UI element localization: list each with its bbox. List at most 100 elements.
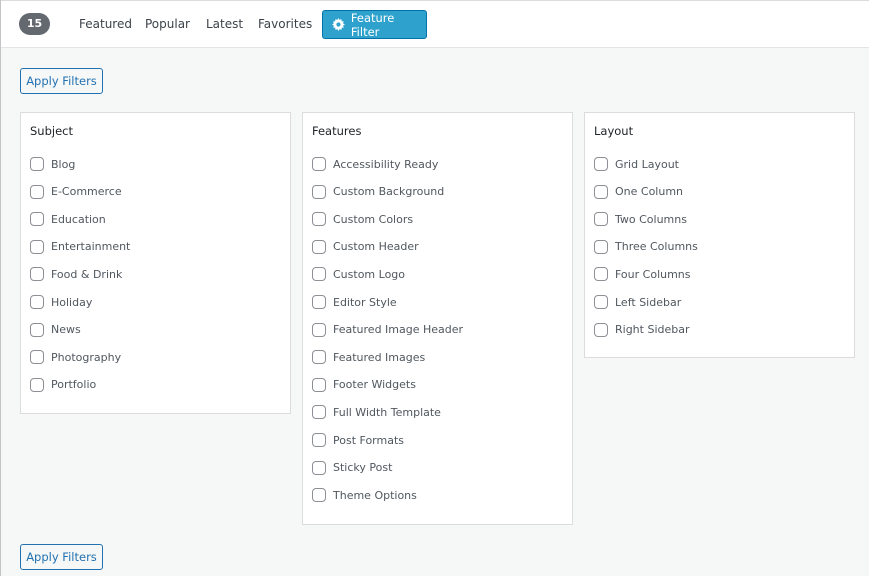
checkbox[interactable] xyxy=(312,322,326,337)
filter-option[interactable]: Theme Options xyxy=(312,487,417,503)
filter-option-label: Accessibility Ready xyxy=(333,157,439,171)
filter-option-label: Holiday xyxy=(51,295,93,309)
panel-title: Features xyxy=(312,124,362,138)
checkbox[interactable] xyxy=(312,212,326,227)
filter-option-label: Editor Style xyxy=(333,295,397,309)
filter-option-label: Blog xyxy=(51,157,76,171)
filter-option[interactable]: Holiday xyxy=(30,294,92,310)
checkbox[interactable] xyxy=(312,184,326,199)
filter-option[interactable]: Editor Style xyxy=(312,294,397,310)
filter-option[interactable]: Entertainment xyxy=(30,239,130,255)
filter-option[interactable]: Right Sidebar xyxy=(594,322,690,338)
apply-filters-button-bottom[interactable]: Apply Filters xyxy=(20,544,103,570)
filter-option[interactable]: Blog xyxy=(30,156,75,172)
filter-option[interactable]: Accessibility Ready xyxy=(312,156,438,172)
filter-option-label: Left Sidebar xyxy=(615,295,682,309)
theme-count-badge: 15 xyxy=(19,13,50,35)
filter-option[interactable]: Featured Images xyxy=(312,349,425,365)
filter-option-label: Custom Background xyxy=(333,185,445,199)
feature-filter-button[interactable]: Feature Filter xyxy=(322,10,427,39)
checkbox[interactable] xyxy=(30,295,44,309)
checkbox[interactable] xyxy=(312,460,326,475)
filter-option-label: News xyxy=(51,323,81,337)
tab-latest[interactable]: Latest xyxy=(206,17,243,31)
layout-panel: Layout Grid Layout One Column Two Columns T… xyxy=(584,112,855,358)
filter-option[interactable]: Grid Layout xyxy=(594,156,679,172)
checkbox[interactable] xyxy=(312,350,326,365)
filter-option[interactable]: Three Columns xyxy=(594,239,698,255)
filter-option-label: Portfolio xyxy=(51,378,97,392)
features-panel: Features Accessibility Ready Custom Backg… xyxy=(302,112,573,525)
apply-filters-button-top[interactable]: Apply Filters xyxy=(20,68,103,94)
filter-option-label: Custom Colors xyxy=(333,212,414,226)
filter-option[interactable]: E-Commerce xyxy=(30,184,122,200)
filter-option[interactable]: Four Columns xyxy=(594,266,691,282)
filter-option-label: Footer Widgets xyxy=(333,378,416,392)
filter-option[interactable]: Full Width Template xyxy=(312,404,441,420)
checkbox[interactable] xyxy=(312,405,326,420)
filter-option[interactable]: Footer Widgets xyxy=(312,377,416,393)
filter-option[interactable]: Featured Image Header xyxy=(312,322,463,338)
gear-icon xyxy=(332,18,345,31)
panel-title: Layout xyxy=(594,124,634,138)
filter-option-label: Custom Logo xyxy=(333,267,406,281)
filter-option[interactable]: Sticky Post xyxy=(312,460,392,476)
checkbox[interactable] xyxy=(312,295,326,309)
checkbox[interactable] xyxy=(312,239,326,254)
checkbox[interactable] xyxy=(30,157,44,171)
filter-option-label: Two Columns xyxy=(615,212,687,226)
checkbox[interactable] xyxy=(30,377,44,392)
checkbox[interactable] xyxy=(594,184,608,199)
checkbox[interactable] xyxy=(312,377,326,392)
filter-bar: 15 Featured Popular Latest Favorites Fea… xyxy=(1,0,869,48)
subject-panel: Subject Blog E-Commerce Education Entertain… xyxy=(20,112,291,414)
filter-option-label: Post Formats xyxy=(333,433,405,447)
checkbox[interactable] xyxy=(594,322,608,337)
filter-option-label: Four Columns xyxy=(615,267,691,281)
tab-featured[interactable]: Featured xyxy=(79,17,132,31)
checkbox[interactable] xyxy=(594,212,608,227)
filter-option[interactable]: Two Columns xyxy=(594,211,687,227)
filter-option-label: Grid Layout xyxy=(615,157,679,171)
filter-option-label: E-Commerce xyxy=(51,185,122,199)
filter-option[interactable]: Education xyxy=(30,211,106,227)
filter-option[interactable]: Portfolio xyxy=(30,377,96,393)
checkbox[interactable] xyxy=(312,433,326,447)
checkbox[interactable] xyxy=(30,322,44,337)
checkbox[interactable] xyxy=(594,295,608,309)
filter-option[interactable]: Photography xyxy=(30,349,121,365)
filter-option[interactable]: News xyxy=(30,322,81,338)
tab-popular[interactable]: Popular xyxy=(145,17,190,31)
checkbox[interactable] xyxy=(312,267,326,282)
filter-option[interactable]: Food & Drink xyxy=(30,266,122,282)
filter-option-label: Photography xyxy=(51,350,122,364)
checkbox[interactable] xyxy=(594,267,608,282)
filter-option-label: Featured Images xyxy=(333,350,426,364)
checkbox[interactable] xyxy=(312,488,326,503)
filter-option-label: Full Width Template xyxy=(333,405,441,419)
filter-option[interactable]: Custom Colors xyxy=(312,211,413,227)
filter-option-label: One Column xyxy=(615,185,684,199)
filter-option-label: Three Columns xyxy=(615,240,698,254)
filter-option[interactable]: One Column xyxy=(594,184,683,200)
filter-option-label: Featured Image Header xyxy=(333,323,464,337)
checkbox[interactable] xyxy=(594,157,608,171)
tab-favorites[interactable]: Favorites xyxy=(258,17,312,31)
filter-option-label: Custom Header xyxy=(333,240,419,254)
filter-option[interactable]: Custom Header xyxy=(312,239,419,255)
filter-option[interactable]: Custom Background xyxy=(312,184,444,200)
checkbox[interactable] xyxy=(30,184,44,199)
filter-option[interactable]: Post Formats xyxy=(312,432,404,448)
checkbox[interactable] xyxy=(30,239,44,254)
checkbox[interactable] xyxy=(30,267,44,282)
filter-option-label: Education xyxy=(51,212,106,226)
checkbox[interactable] xyxy=(30,212,44,227)
filter-option-label: Entertainment xyxy=(51,240,131,254)
filter-option-label: Sticky Post xyxy=(333,461,393,475)
filter-option-label: Theme Options xyxy=(333,488,417,502)
checkbox[interactable] xyxy=(594,239,608,254)
filter-option[interactable]: Left Sidebar xyxy=(594,294,681,310)
checkbox[interactable] xyxy=(30,350,44,365)
checkbox[interactable] xyxy=(312,157,326,171)
filter-option[interactable]: Custom Logo xyxy=(312,266,405,282)
